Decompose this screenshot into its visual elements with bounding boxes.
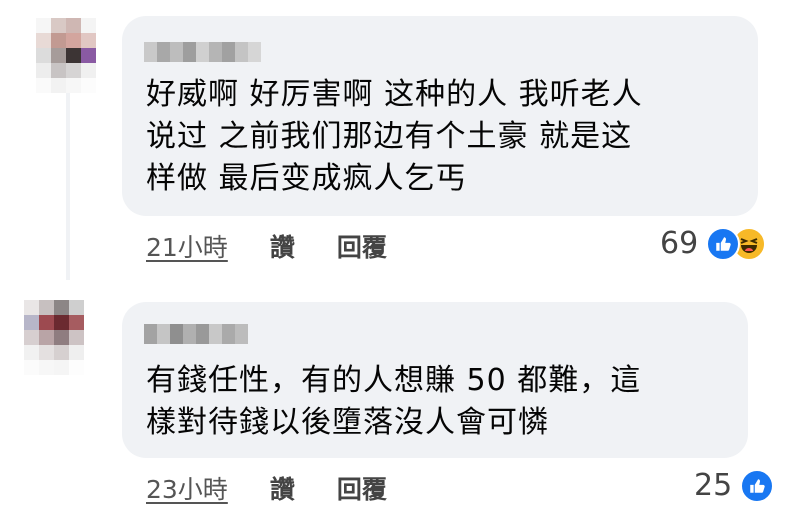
- reaction-count: 25: [694, 468, 733, 503]
- like-button[interactable]: 讚: [270, 470, 295, 506]
- timestamp-link[interactable]: 21小時: [146, 228, 228, 264]
- reply-button[interactable]: 回覆: [337, 470, 387, 506]
- comment-bubble: 有錢任性，有的人想賺 50 都難，這 樣對待錢以後墮落沒人會可憐: [122, 302, 748, 458]
- like-icon: [740, 468, 775, 503]
- thread-line: [66, 90, 70, 280]
- comment-text-line: 好威啊 好厉害啊 这种的人 我听老人: [146, 77, 643, 112]
- author-name-blurred[interactable]: [144, 324, 248, 344]
- reply-button[interactable]: 回覆: [337, 228, 387, 264]
- comment-text: 有錢任性，有的人想賺 50 都難，這 樣對待錢以後墮落沒人會可憐: [146, 360, 641, 444]
- reaction-count: 69: [660, 226, 699, 261]
- comment-text: 好威啊 好厉害啊 这种的人 我听老人 说过 之前我们那边有个土豪 就是这 样做 …: [146, 74, 643, 200]
- comment-text-line: 樣對待錢以後墮落沒人會可憐: [146, 405, 549, 440]
- timestamp-link[interactable]: 23小時: [146, 470, 228, 506]
- reaction-summary[interactable]: 69: [660, 226, 767, 261]
- avatar[interactable]: [36, 18, 96, 93]
- comment-actions: 23小時 讚 回覆: [146, 470, 429, 506]
- author-name-blurred[interactable]: [144, 42, 261, 62]
- comment-text-line: 有錢任性，有的人想賺 50 都難，這: [146, 363, 642, 398]
- comment-text-line: 样做 最后变成疯人乞丐: [146, 161, 467, 196]
- comment-actions: 21小時 讚 回覆: [146, 228, 429, 264]
- comment-bubble: 好威啊 好厉害啊 这种的人 我听老人 说过 之前我们那边有个土豪 就是这 样做 …: [122, 16, 758, 216]
- like-icon: [706, 226, 741, 261]
- like-button[interactable]: 讚: [270, 228, 295, 264]
- reaction-summary[interactable]: 25: [694, 468, 775, 503]
- avatar[interactable]: [24, 300, 84, 375]
- comment-text-line: 说过 之前我们那边有个土豪 就是这: [146, 119, 633, 154]
